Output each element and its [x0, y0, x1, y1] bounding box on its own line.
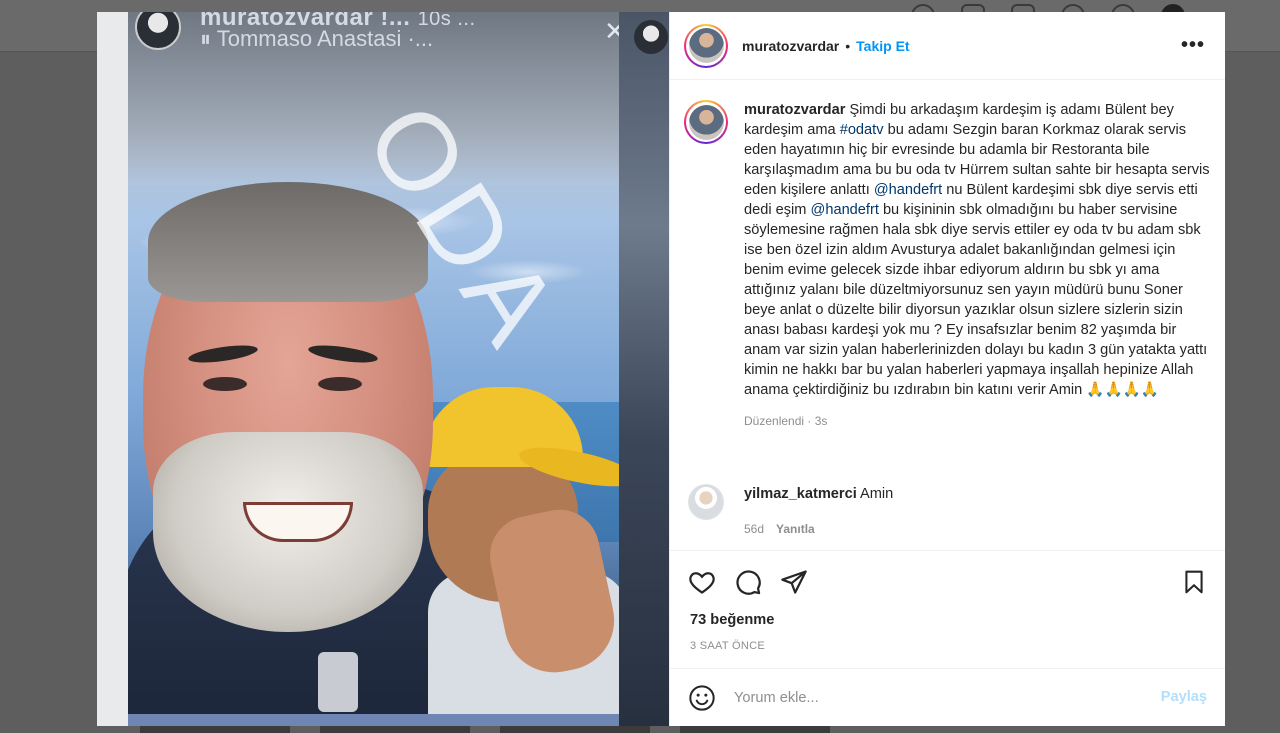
- story-screenshot-image: muratozvardar !... 10s ... ⏸ Tommaso Ana…: [128, 12, 619, 714]
- thumbnail: [500, 725, 650, 733]
- mention-link[interactable]: @handefrt: [811, 202, 879, 218]
- caption-author-avatar[interactable]: [684, 100, 728, 144]
- commenter-username[interactable]: yilmaz_katmerci: [744, 486, 857, 502]
- man-left-eye: [203, 377, 247, 391]
- story-avatar-small: [634, 20, 668, 54]
- thumbnail: [680, 725, 830, 733]
- emoji-smiley-icon[interactable]: [688, 684, 716, 712]
- caption-text-part: bu kişininin sbk olmadığını bu haber ser…: [744, 202, 1208, 398]
- caption-author-avatar-image: [688, 104, 724, 140]
- reply-button[interactable]: Yanıtla: [776, 522, 815, 536]
- background-thumbnails: [140, 725, 830, 733]
- media-bottom-strip: [128, 714, 619, 726]
- comments-section[interactable]: muratozvardar Şimdi bu arkadaşım kardeşi…: [670, 80, 1225, 550]
- like-count[interactable]: 73 beğenme: [670, 612, 1225, 636]
- comment-item: yilmaz_katmerci Amin 56d Yanıtla: [688, 484, 1208, 536]
- media-right-edge: [619, 12, 669, 726]
- caption-username[interactable]: muratozvardar: [744, 102, 845, 118]
- post-side-panel: muratozvardar • Takip Et ••• muratozvard…: [669, 12, 1225, 726]
- save-bookmark-icon[interactable]: [1181, 568, 1207, 601]
- post-timestamp: 3 SAAT ÖNCE: [690, 640, 766, 652]
- action-bar: [670, 550, 1225, 612]
- comment-bubble-icon[interactable]: [734, 568, 762, 596]
- more-options-icon[interactable]: •••: [1181, 34, 1205, 57]
- post-media[interactable]: muratozvardar !... 10s ... ⏸ Tommaso Ana…: [97, 12, 669, 726]
- comment-body-text: Amin: [860, 486, 894, 502]
- post-comment-button[interactable]: Paylaş: [1161, 689, 1207, 705]
- comment-meta: 56d Yanıtla: [744, 522, 893, 536]
- post-header: muratozvardar • Takip Et •••: [670, 12, 1225, 80]
- mention-link[interactable]: @handefrt: [874, 182, 942, 198]
- separator-dot: •: [845, 37, 851, 54]
- comment-input[interactable]: [734, 689, 1134, 706]
- post-modal: muratozvardar !... 10s ... ⏸ Tommaso Ana…: [97, 12, 1225, 726]
- thumbnail: [320, 725, 470, 733]
- author-username[interactable]: muratozvardar: [742, 38, 839, 54]
- commenter-avatar[interactable]: [688, 484, 724, 520]
- author-avatar-image: [688, 28, 724, 63]
- hashtag-link[interactable]: #odatv: [840, 122, 884, 138]
- comment-composer: Paylaş: [670, 668, 1225, 726]
- story-music-label: ⏸ Tommaso Anastasi ·...: [200, 26, 434, 51]
- media-left-border: [97, 12, 128, 726]
- author-avatar[interactable]: [684, 23, 728, 68]
- comment-text: yilmaz_katmerci Amin: [744, 486, 893, 502]
- caption-text: muratozvardar Şimdi bu arkadaşım kardeşi…: [744, 100, 1210, 400]
- comment-age: 56d: [744, 522, 765, 536]
- thumbnail: [140, 725, 290, 733]
- story-close-icon: ✕: [604, 16, 619, 46]
- share-paper-plane-icon[interactable]: [780, 568, 808, 596]
- post-caption: muratozvardar Şimdi bu arkadaşım kardeşi…: [684, 100, 1214, 428]
- caption-meta: Düzenlendi · 3s: [744, 414, 828, 428]
- jacket-zipper: [318, 652, 358, 712]
- like-heart-icon[interactable]: [688, 568, 716, 596]
- follow-button[interactable]: Takip Et: [856, 38, 909, 54]
- man-right-eye: [318, 377, 362, 391]
